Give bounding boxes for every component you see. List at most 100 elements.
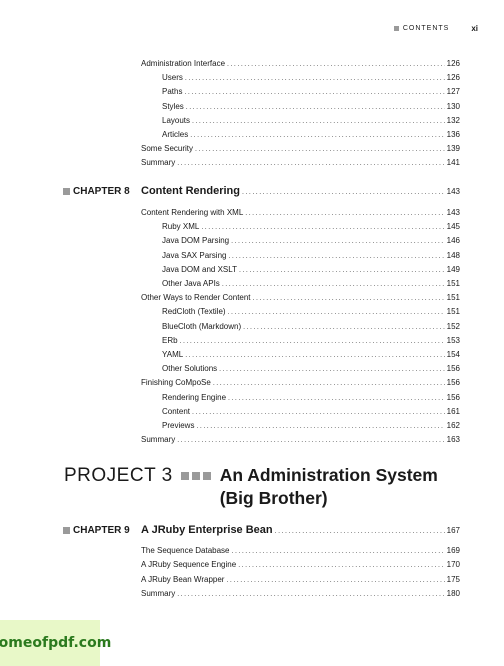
toc-entry[interactable]: Administration Interface................… xyxy=(141,59,460,70)
leader-dots: ........................................… xyxy=(196,423,445,430)
toc-entry-label: Previews xyxy=(162,421,195,430)
toc-entry[interactable]: Rendering Engine........................… xyxy=(162,393,460,404)
toc-entry[interactable]: A JRuby Sequence Engine.................… xyxy=(141,560,460,571)
toc-entry[interactable]: Content Rendering with XML..............… xyxy=(141,208,460,219)
toc-entry[interactable]: Summary.................................… xyxy=(141,158,460,169)
toc-entry[interactable]: A JRuby Bean Wrapper....................… xyxy=(141,575,460,586)
chapter9-tag-label: CHAPTER 9 xyxy=(73,525,130,536)
toc-entry[interactable]: Java DOM Parsing........................… xyxy=(162,236,460,247)
leader-dots: ........................................… xyxy=(177,160,445,168)
chapter8-square-icon xyxy=(63,188,70,195)
leader-dots: ........................................… xyxy=(184,75,445,83)
toc-entry-label: Ruby XML xyxy=(162,222,200,232)
toc-entry-page: 149 xyxy=(446,264,460,274)
leader-dots: ........................................… xyxy=(245,210,445,217)
leader-dots: ........................................… xyxy=(221,281,445,288)
toc-entry-label: RedCloth (Textile) xyxy=(162,307,226,317)
toc-entry-page: 148 xyxy=(446,250,460,260)
toc-entry-page: 143 xyxy=(446,208,460,217)
watermark-text: homeofpdf.com xyxy=(0,635,112,651)
toc-entry[interactable]: Some Security...........................… xyxy=(141,144,460,155)
toc-entry[interactable]: Styles..................................… xyxy=(162,102,460,113)
toc-entry-label: Rendering Engine xyxy=(162,392,227,402)
leader-dots: ........................................… xyxy=(185,103,445,111)
toc-entry[interactable]: The Sequence Database...................… xyxy=(141,546,460,557)
toc-entry-page: 169 xyxy=(446,546,460,555)
leader-dots: ........................................… xyxy=(227,61,445,68)
leader-dots: ........................................… xyxy=(179,337,445,345)
toc-entry-page: 145 xyxy=(446,222,460,232)
project-title: An Administration System (Big Brother) xyxy=(220,464,438,510)
toc-entry-page: 139 xyxy=(446,144,460,154)
toc-entry[interactable]: Summary.................................… xyxy=(141,589,460,600)
toc-entry[interactable]: Previews................................… xyxy=(162,421,460,432)
leader-dots: ........................................… xyxy=(190,132,445,139)
toc-entry-label: Paths xyxy=(162,87,183,97)
leader-dots: ........................................… xyxy=(231,548,445,555)
toc-entry[interactable]: Content.................................… xyxy=(162,407,460,418)
toc-entry-label: Summary xyxy=(141,588,176,598)
toc-entry-label: Java SAX Parsing xyxy=(162,250,227,260)
project-squares-icon xyxy=(180,472,211,480)
toc-entry-label: Summary xyxy=(141,435,176,445)
toc-entry[interactable]: Users...................................… xyxy=(162,73,460,84)
toc-entry-label: Users xyxy=(162,73,183,83)
leader-dots: ........................................… xyxy=(192,408,445,416)
toc-entry-page: 156 xyxy=(446,364,460,374)
chapter9-tag: CHAPTER 9 xyxy=(63,525,130,536)
toc-entry-page: 175 xyxy=(446,574,460,584)
toc-entry-label: A JRuby Sequence Engine xyxy=(141,560,237,570)
toc-entry-page: 153 xyxy=(446,335,460,345)
chapter8-title: Content Rendering xyxy=(141,185,240,197)
watermark-badge: homeofpdf.com xyxy=(0,620,111,666)
toc-entry-page: 162 xyxy=(446,421,460,430)
toc-entry[interactable]: Paths...................................… xyxy=(162,87,460,98)
leader-dots: ........................................… xyxy=(242,189,445,196)
toc-entry-label: Styles xyxy=(162,101,184,111)
toc-entry-label: Articles xyxy=(162,130,189,139)
toc-entry-page: 163 xyxy=(446,435,460,445)
toc-entry[interactable]: Articles................................… xyxy=(162,130,460,141)
chapter8-heading[interactable]: Content Rendering ......................… xyxy=(141,186,460,198)
leader-dots: ........................................… xyxy=(192,117,445,125)
header-page-number: xi xyxy=(471,24,478,33)
toc-entry-label: BlueCloth (Markdown) xyxy=(162,321,242,331)
toc-entry[interactable]: ERb.....................................… xyxy=(162,336,460,347)
toc-entry-label: Administration Interface xyxy=(141,59,226,68)
toc-entry[interactable]: Java DOM and XSLT.......................… xyxy=(162,265,460,276)
toc-entry-label: Summary xyxy=(141,158,176,168)
toc-entry[interactable]: Layouts.................................… xyxy=(162,116,460,127)
toc-entry[interactable]: Summary.................................… xyxy=(141,435,460,446)
chapter9-heading[interactable]: A JRuby Enterprise Bean ................… xyxy=(141,525,460,537)
toc-entry[interactable]: RedCloth (Textile)......................… xyxy=(162,307,460,318)
toc-entry-label: Some Security xyxy=(141,144,194,154)
toc-entry-label: Java DOM and XSLT xyxy=(162,264,237,274)
toc-entry[interactable]: Other Ways to Render Content............… xyxy=(141,293,460,304)
leader-dots: ........................................… xyxy=(252,295,445,303)
header-square-icon xyxy=(393,26,399,31)
toc-entry-page: 161 xyxy=(446,406,460,416)
toc-entry-page: 141 xyxy=(446,158,460,168)
toc-entry-page: 151 xyxy=(446,293,460,303)
leader-dots: ........................................… xyxy=(212,380,445,388)
toc-entry[interactable]: Java SAX Parsing........................… xyxy=(162,251,460,262)
project-label: PROJECT 3 xyxy=(64,465,173,486)
toc-entry[interactable]: BlueCloth (Markdown)....................… xyxy=(162,322,460,333)
toc-entry-label: Other Ways to Render Content xyxy=(141,293,251,303)
toc-entry-page: 127 xyxy=(446,87,460,97)
toc-entry[interactable]: Other Java APIs.........................… xyxy=(162,279,460,290)
leader-dots: ........................................… xyxy=(231,238,445,246)
toc-entry-label: The Sequence Database xyxy=(141,546,230,555)
leader-dots: ........................................… xyxy=(239,266,445,274)
toc-entry-label: Finishing CoMpoSe xyxy=(141,378,211,388)
toc-entry[interactable]: Finishing CoMpoSe.......................… xyxy=(141,378,460,389)
leader-dots: ........................................… xyxy=(228,394,445,402)
toc-entry[interactable]: Other Solutions.........................… xyxy=(162,364,460,375)
toc-entry[interactable]: Ruby XML................................… xyxy=(162,222,460,233)
toc-entry-label: A JRuby Bean Wrapper xyxy=(141,574,225,584)
leader-dots: ........................................… xyxy=(195,146,445,154)
toc-entry[interactable]: YAML....................................… xyxy=(162,350,460,361)
chapter9-square-icon xyxy=(63,527,70,534)
toc-entry-label: Layouts xyxy=(162,115,191,125)
project-title-line2: (Big Brother) xyxy=(219,488,328,508)
